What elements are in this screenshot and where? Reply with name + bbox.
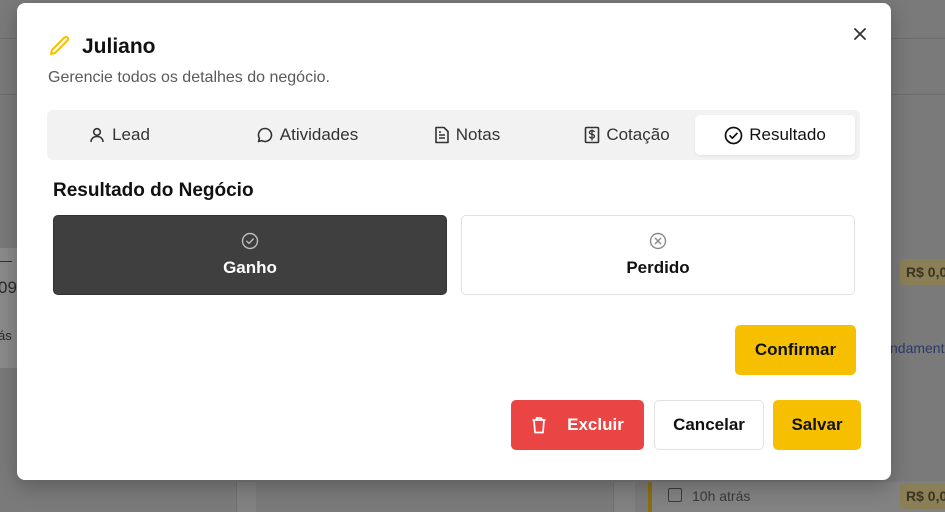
confirm-button[interactable]: Confirmar <box>735 325 856 375</box>
background-time: 10h atrás <box>692 488 751 504</box>
background-text: — <box>0 252 12 268</box>
deal-modal: Juliano Gerencie todos os detalhes do ne… <box>17 3 891 480</box>
background-value-badge: R$ 0,0 <box>900 259 945 285</box>
tab-label: Resultado <box>749 125 826 144</box>
tab-bar: Lead Atividades Notas Cotação Resultado <box>47 110 860 160</box>
trash-icon <box>532 417 546 434</box>
section-title: Resultado do Negócio <box>53 180 254 201</box>
outcome-lost-option[interactable]: Perdido <box>461 215 855 295</box>
delete-button[interactable]: Excluir <box>511 400 644 450</box>
tab-notas[interactable]: Notas <box>407 115 527 155</box>
background-value-badge: R$ 0,0 <box>900 483 945 509</box>
save-button[interactable]: Salvar <box>773 400 861 450</box>
tab-resultado[interactable]: Resultado <box>695 115 855 155</box>
x-circle-icon <box>649 232 667 250</box>
background-card: — 09 ás <box>0 248 18 368</box>
background-text: ás <box>0 328 12 343</box>
background-tag: ndamento <box>890 340 945 356</box>
document-icon <box>434 126 449 144</box>
tab-label: Atividades <box>279 125 359 144</box>
tab-cotacao[interactable]: Cotação <box>557 115 697 155</box>
outcome-won-option[interactable]: Ganho <box>53 215 447 295</box>
modal-subtitle: Gerencie todos os detalhes do negócio. <box>48 69 330 86</box>
background-column <box>236 482 256 512</box>
background-column <box>613 482 635 512</box>
tab-label: Notas <box>455 125 501 144</box>
user-icon <box>90 127 104 143</box>
chat-bubble-icon <box>257 127 273 143</box>
pencil-icon <box>50 35 70 55</box>
calendar-icon <box>668 488 682 502</box>
tab-label: Lead <box>112 125 150 144</box>
check-circle-icon <box>724 126 743 144</box>
tab-label: Cotação <box>606 125 670 144</box>
outcome-label: Ganho <box>223 258 277 277</box>
tab-lead[interactable]: Lead <box>47 115 191 155</box>
outcome-label: Perdido <box>626 258 690 277</box>
check-circle-icon <box>241 232 259 250</box>
delete-label: Excluir <box>567 415 624 434</box>
tab-atividades[interactable]: Atividades <box>227 115 387 155</box>
close-button[interactable] <box>850 24 870 44</box>
cancel-button[interactable]: Cancelar <box>654 400 764 450</box>
modal-title: Juliano <box>82 35 156 58</box>
background-text: 09 <box>0 278 17 297</box>
close-icon[interactable] <box>853 27 867 41</box>
dollar-document-icon <box>585 126 600 144</box>
